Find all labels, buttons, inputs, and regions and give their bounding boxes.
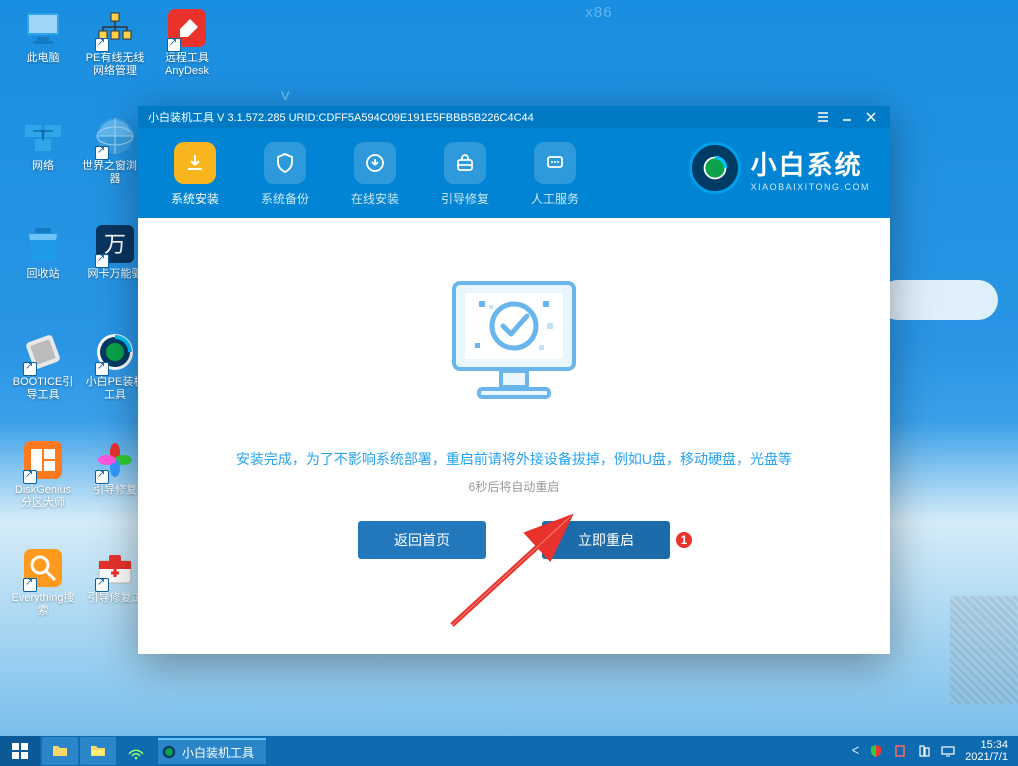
system-tray: ᐸ 15:34 2021/7/1 (852, 739, 1018, 763)
desktop-icon-label: BOOTICE引导工具 (10, 376, 76, 402)
callout-badge: 1 (674, 530, 694, 550)
start-button[interactable] (0, 736, 40, 766)
ribbon-tab-label: 系统备份 (240, 190, 330, 207)
desktop-glyph-icon: 万 (93, 222, 137, 266)
taskbar: 小白装机工具 ᐸ 15:34 2021/7/1 (0, 736, 1018, 766)
tray-monitor-icon[interactable] (941, 744, 955, 758)
tray-date: 2021/7/1 (965, 751, 1008, 763)
ribbon-tab-label: 引导修复 (420, 190, 510, 207)
task-app-label: 小白装机工具 (182, 744, 254, 761)
desktop-glyph-icon (21, 546, 65, 590)
desktop-icon-label: 网络 (10, 160, 76, 173)
desktop-icon[interactable]: 此电脑 (10, 6, 76, 65)
active-task-app[interactable]: 小白装机工具 (158, 738, 266, 764)
cloud-decoration (878, 280, 998, 320)
ribbon-tab[interactable]: 人工服务 (510, 140, 600, 207)
app-icon (162, 745, 176, 759)
desktop-icon[interactable]: 远程工具AnyDesk (154, 6, 220, 78)
countdown-message: 6秒后将自动重启 (138, 478, 890, 495)
titlebar: 小白装机工具 V 3.1.572.285 URID:CDFF5A594C09E1… (138, 106, 890, 128)
task-folder-1[interactable] (42, 737, 78, 765)
desktop-icon[interactable]: PE有线无线网络管理 (82, 6, 148, 78)
brand-subtitle: XIAOBAIXITONG.COM (751, 182, 870, 192)
tray-chevron-icon[interactable]: ᐸ (852, 746, 859, 757)
desktop-icon-label: 此电脑 (10, 52, 76, 65)
desktop-glyph-icon (93, 546, 137, 590)
desktop-icon-label: PE有线无线网络管理 (82, 52, 148, 78)
main-message: 安装完成，为了不影响系统部署，重启前请将外接设备拔掉，例如U盘，移动硬盘，光盘等 (138, 448, 890, 470)
desktop-icon[interactable]: DiskGenius分区大师 (10, 438, 76, 510)
tray-time: 15:34 (965, 739, 1008, 751)
menu-button[interactable] (812, 108, 834, 126)
back-home-button[interactable]: 返回首页 (358, 521, 486, 559)
watermark (950, 596, 1018, 704)
desktop-glyph-icon (21, 330, 65, 374)
desktop-icon[interactable]: 网络 (10, 114, 76, 173)
download-icon (174, 142, 216, 184)
desktop-glyph-icon (93, 438, 137, 482)
desktop-glyph-icon (93, 6, 137, 50)
ribbon-tab-label: 在线安装 (330, 190, 420, 207)
shield-icon (264, 142, 306, 184)
desktop-icon-label: 远程工具AnyDesk (154, 52, 220, 78)
tray-clock[interactable]: 15:34 2021/7/1 (965, 739, 1008, 763)
desktop-icon-label: DiskGenius分区大师 (10, 484, 76, 510)
ribbon-tab-label: 系统安装 (150, 190, 240, 207)
chat-icon (534, 142, 576, 184)
app-window: 小白装机工具 V 3.1.572.285 URID:CDFF5A594C09E1… (138, 106, 890, 654)
brand-logo-icon (689, 142, 741, 194)
desktop-icon-label: 回收站 (10, 268, 76, 281)
desktop-icon[interactable]: 回收站 (10, 222, 76, 281)
desktop-glyph-icon (21, 438, 65, 482)
desktop-icon-label: Everything搜索 (10, 592, 76, 618)
desktop-glyph-icon (21, 222, 65, 266)
task-wifi[interactable] (118, 737, 154, 765)
desktop-glyph-icon (21, 114, 65, 158)
ribbon-nav: 系统安装系统备份在线安装引导修复人工服务 小白系统 XIAOBAIXITONG.… (138, 128, 890, 218)
ribbon-tab[interactable]: 引导修复 (420, 140, 510, 207)
restart-label: 立即重启 (578, 532, 634, 548)
brand: 小白系统 XIAOBAIXITONG.COM (689, 142, 870, 194)
arch-chevron-icon: ˅ (280, 86, 291, 107)
tray-device-icon[interactable] (893, 744, 907, 758)
toolbox-icon (444, 142, 486, 184)
restart-now-button[interactable]: 立即重启 1 (542, 521, 670, 559)
desktop-icon[interactable]: Everything搜索 (10, 546, 76, 618)
ribbon-tab[interactable]: 系统备份 (240, 140, 330, 207)
desktop-glyph-icon (165, 6, 209, 50)
ribbon-tab[interactable]: 系统安装 (150, 140, 240, 207)
download-circle-icon (354, 142, 396, 184)
arch-label: x86 (180, 0, 1018, 30)
close-button[interactable] (860, 108, 882, 126)
ribbon-tab[interactable]: 在线安装 (330, 140, 420, 207)
success-illustration (439, 273, 589, 408)
tray-device2-icon[interactable] (917, 744, 931, 758)
desktop-glyph-icon (93, 114, 137, 158)
minimize-button[interactable] (836, 108, 858, 126)
brand-name: 小白系统 (751, 145, 870, 182)
desktop-icon[interactable]: BOOTICE引导工具 (10, 330, 76, 402)
task-folder-2[interactable] (80, 737, 116, 765)
ribbon-tab-label: 人工服务 (510, 190, 600, 207)
desktop-glyph-icon (21, 6, 65, 50)
tray-shield-icon[interactable] (869, 744, 883, 758)
window-title: 小白装机工具 V 3.1.572.285 URID:CDFF5A594C09E1… (148, 109, 810, 125)
desktop-glyph-icon (93, 330, 137, 374)
